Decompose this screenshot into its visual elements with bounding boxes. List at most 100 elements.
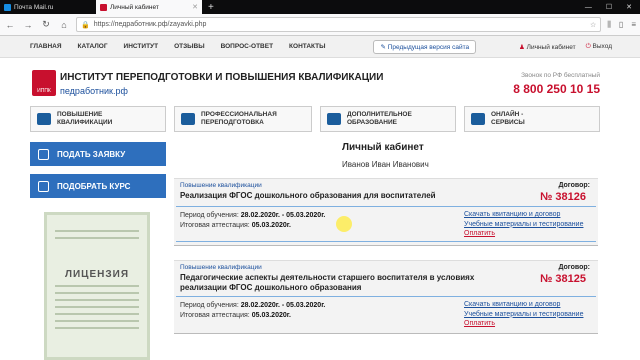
order-category: Повышение квалификации <box>180 182 262 189</box>
reload-icon[interactable]: ↻ <box>40 19 52 30</box>
pay-link[interactable]: Оплатить <box>464 319 583 329</box>
tab-mail[interactable]: Почта Mail.ru <box>0 0 92 14</box>
license-line <box>55 313 139 315</box>
license-title: ЛИЦЕНЗИЯ <box>64 269 130 280</box>
phone-number[interactable]: 8 800 250 10 15 <box>513 82 600 96</box>
library-icon[interactable]: ⫼ <box>607 20 611 30</box>
submit-application-button[interactable]: ПОДАТЬ ЗАЯВКУ <box>30 142 166 166</box>
nav-reviews[interactable]: ОТЗЫВЫ <box>166 43 213 50</box>
category-line1: ОНЛАЙН - <box>491 111 524 118</box>
period-value: 28.02.2020г. - 05.03.2020г. <box>240 212 326 219</box>
exit-icon: ⏻ <box>585 42 591 50</box>
cursor-highlight <box>336 216 352 232</box>
nav-institute[interactable]: ИНСТИТУТ <box>116 43 167 50</box>
tab-label: Почта Mail.ru <box>14 3 54 11</box>
exam-label: Итоговая аттестация: <box>180 222 250 229</box>
license-line <box>55 327 139 329</box>
nav-contacts[interactable]: КОНТАКТЫ <box>281 43 333 50</box>
toolbar-icons: ⫼ ▯ ≡ <box>607 20 636 30</box>
close-tab-icon[interactable]: ✕ <box>192 3 198 11</box>
menu-icon[interactable]: ≡ <box>631 20 636 30</box>
choose-course-button[interactable]: ПОДОБРАТЬ КУРС <box>30 174 166 198</box>
forward-icon[interactable]: → <box>22 20 34 30</box>
order-category: Повышение квалификации <box>180 264 262 271</box>
exam-value: 05.03.2020г. <box>251 312 291 319</box>
order-links: Скачать квитанцию и договор Учебные мате… <box>464 300 583 329</box>
order-links: Скачать квитанцию и договор Учебные мате… <box>464 210 583 239</box>
pencil-icon <box>38 148 49 160</box>
window-controls: — ☐ ✕ <box>585 0 640 14</box>
contract-label: Договор: <box>558 264 590 271</box>
order-name: Педагогические аспекты деятельности стар… <box>180 273 475 292</box>
divider <box>176 241 596 242</box>
minimize-icon[interactable]: — <box>585 4 592 11</box>
category-qualification[interactable]: ПОВЫШЕНИЕ КВАЛИФИКАЦИИ <box>30 106 166 132</box>
address-bar[interactable]: 🔒 https://педработник.рф/zayavki.php ☆ <box>76 17 602 32</box>
briefcase-icon <box>327 113 341 125</box>
submit-label: ПОДАТЬ ЗАЯВКУ <box>57 149 126 159</box>
tab-cabinet[interactable]: Личный кабинет ✕ <box>96 0 202 14</box>
order-info: Период обучения: 28.02.2020г. - 05.03.20… <box>180 301 325 321</box>
new-tab-button[interactable]: + <box>202 0 220 14</box>
cabinet-label: Личный кабинет <box>526 43 576 51</box>
category-line2: ПЕРЕПОДГОТОВКА <box>201 119 264 126</box>
book-icon <box>37 113 51 125</box>
prev-version-button[interactable]: ✎ Предыдущая версия сайта <box>373 39 477 54</box>
choose-label: ПОДОБРАТЬ КУРС <box>57 181 131 191</box>
order-card: Повышение квалификации Педагогические ас… <box>174 260 598 334</box>
license-image[interactable]: ЛИЦЕНЗИЯ <box>44 212 150 360</box>
order-info: Период обучения: 28.02.2020г. - 05.03.20… <box>180 211 325 231</box>
license-line <box>55 237 139 239</box>
license-line <box>55 285 139 287</box>
license-line <box>55 306 139 308</box>
browser-tabbar: Почта Mail.ru Личный кабинет ✕ + — ☐ ✕ <box>0 0 640 14</box>
category-line1: ПОВЫШЕНИЕ <box>57 111 103 118</box>
order-name: Реализация ФГОС дошкольного образования … <box>180 191 436 200</box>
category-line2: ОБРАЗОВАНИЕ <box>347 119 397 126</box>
contract-label: Договор: <box>558 182 590 189</box>
period-value: 28.02.2020г. - 05.03.2020г. <box>240 302 326 309</box>
download-receipt-link[interactable]: Скачать квитанцию и договор <box>464 210 583 220</box>
book-open-icon <box>38 180 49 192</box>
prev-version-label: Предыдущая версия сайта <box>387 43 470 51</box>
monitor-icon <box>471 113 485 125</box>
materials-link[interactable]: Учебные материалы и тестирование <box>464 220 583 230</box>
lock-icon: 🔒 <box>81 21 90 29</box>
close-window-icon[interactable]: ✕ <box>626 3 632 11</box>
category-retraining[interactable]: ПРОФЕССИОНАЛЬНАЯ ПЕРЕПОДГОТОВКА <box>174 106 312 132</box>
pay-link[interactable]: Оплатить <box>464 229 583 239</box>
site-icon <box>100 3 107 11</box>
home-icon[interactable]: ⌂ <box>58 20 70 30</box>
materials-link[interactable]: Учебные материалы и тестирование <box>464 310 583 320</box>
category-line1: ПРОФЕССИОНАЛЬНАЯ <box>201 111 277 118</box>
institute-site[interactable]: педработник.рф <box>60 86 128 96</box>
back-icon[interactable]: ← <box>4 20 16 30</box>
user-icon: ♟ <box>519 43 525 51</box>
sidebar-icon[interactable]: ▯ <box>619 20 623 30</box>
exit-link[interactable]: ⏻ Выход <box>586 43 612 51</box>
graduation-cap-icon <box>181 113 195 125</box>
bookmark-star-icon[interactable]: ☆ <box>590 21 596 29</box>
page-title: Личный кабинет <box>342 142 424 153</box>
license-line <box>55 230 139 232</box>
nav-catalog[interactable]: КАТАЛОГ <box>70 43 116 50</box>
mail-icon <box>4 3 11 11</box>
browser-navbar: ← → ↻ ⌂ 🔒 https://педработник.рф/zayavki… <box>0 14 640 36</box>
url-text: https://педработник.рф/zayavki.php <box>93 21 207 28</box>
logo-text: ИППК <box>37 88 51 94</box>
nav-home[interactable]: ГЛАВНАЯ <box>22 43 70 50</box>
maximize-icon[interactable]: ☐ <box>606 3 612 11</box>
contract-number: № 38126 <box>540 191 586 203</box>
category-additional[interactable]: ДОПОЛНИТЕЛЬНОЕ ОБРАЗОВАНИЕ <box>320 106 456 132</box>
category-online[interactable]: ОНЛАЙН - СЕРВИСЫ <box>464 106 600 132</box>
user-name: Иванов Иван Иванович <box>342 160 429 169</box>
institute-logo[interactable]: ИППК <box>32 70 56 96</box>
download-receipt-link[interactable]: Скачать квитанцию и договор <box>464 300 583 310</box>
tab-label: Личный кабинет <box>110 3 159 11</box>
contract-number: № 38125 <box>540 273 586 285</box>
cabinet-link[interactable]: ♟ Личный кабинет <box>519 43 576 51</box>
license-line <box>55 292 139 294</box>
period-label: Период обучения: <box>180 302 239 309</box>
nav-faq[interactable]: ВОПРОС-ОТВЕТ <box>213 43 281 50</box>
exit-label: Выход <box>592 42 612 50</box>
